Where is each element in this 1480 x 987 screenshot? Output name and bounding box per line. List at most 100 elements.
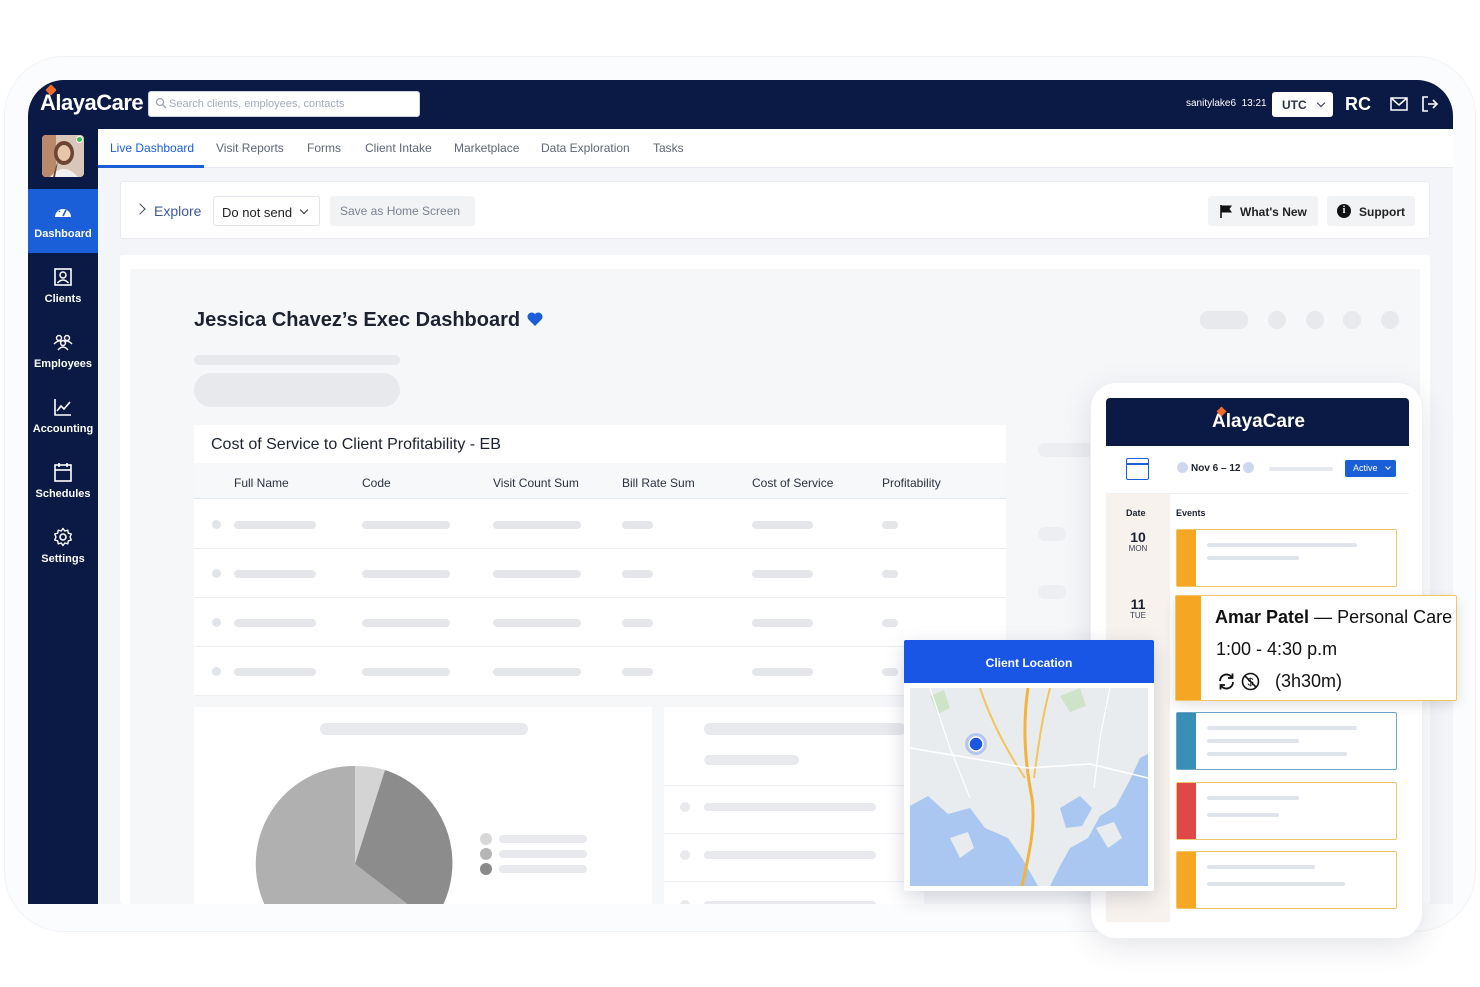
- skeleton-dot: [1268, 311, 1286, 329]
- avatar[interactable]: [42, 135, 84, 177]
- tab-live-dashboard[interactable]: Live Dashboard: [110, 141, 194, 155]
- event-card[interactable]: [1176, 712, 1397, 770]
- skeleton-line: [320, 723, 528, 735]
- skeleton-line: [1207, 739, 1299, 743]
- event-color-stripe: [1176, 596, 1201, 700]
- client-location-map[interactable]: [910, 688, 1148, 886]
- divider: [664, 881, 924, 882]
- sidebar-item-settings[interactable]: Settings: [28, 514, 98, 578]
- skeleton-line: [194, 355, 400, 365]
- chevron-right-icon[interactable]: [1243, 462, 1255, 473]
- date-column-header: Date: [1126, 508, 1146, 518]
- sidebar-item-employees[interactable]: Employees: [28, 319, 98, 383]
- skeleton-cell: [752, 570, 813, 578]
- row-dot: [212, 569, 221, 578]
- logout-icon[interactable]: [1421, 95, 1439, 113]
- send-option-value: Do not send: [222, 205, 293, 220]
- status-filter-dropdown[interactable]: Active: [1345, 460, 1396, 477]
- visit-event-card[interactable]: Amar Patel — Personal Care 1:00 - 4:30 p…: [1175, 595, 1457, 701]
- divider: [664, 833, 924, 834]
- chevron-left-icon[interactable]: [1177, 462, 1188, 473]
- client-name: Amar Patel: [1215, 607, 1310, 627]
- sidebar-item-label: Accounting: [32, 423, 94, 435]
- skeleton-line: [1207, 726, 1357, 730]
- search-icon: [155, 97, 167, 109]
- client-location-card: Client Location: [904, 640, 1154, 891]
- skeleton-cell: [752, 668, 813, 676]
- skeleton-cell: [493, 668, 581, 676]
- sidebar-item-clients[interactable]: Clients: [28, 254, 98, 318]
- event-card[interactable]: [1176, 529, 1397, 587]
- event-card[interactable]: [1176, 851, 1397, 909]
- skeleton-cell: [362, 668, 450, 676]
- calendar-icon[interactable]: [1126, 458, 1149, 480]
- skeleton-cell: [362, 619, 450, 627]
- table-row[interactable]: [194, 647, 1006, 696]
- skeleton-line: [1207, 865, 1315, 869]
- svg-text:$: $: [1247, 677, 1253, 689]
- visit-duration: (3h30m): [1275, 671, 1343, 691]
- column-header[interactable]: Bill Rate Sum: [622, 476, 695, 490]
- mail-icon[interactable]: [1390, 97, 1408, 111]
- skeleton-dot: [680, 802, 690, 812]
- day-number: 10: [1130, 529, 1146, 545]
- flag-icon: [1220, 205, 1232, 218]
- timezone-select[interactable]: UTC: [1272, 92, 1333, 117]
- week-progress-track: [1269, 467, 1333, 471]
- clock-time: 13:21: [1241, 98, 1267, 109]
- column-header[interactable]: Cost of Service: [752, 476, 833, 490]
- skeleton-cell: [882, 570, 898, 578]
- chevron-right-icon[interactable]: [134, 203, 146, 215]
- table-row[interactable]: [194, 500, 1006, 549]
- support-button[interactable]: i Support: [1327, 196, 1415, 226]
- skeleton-line: [1207, 796, 1299, 800]
- save-as-home-button[interactable]: Save as Home Screen: [330, 196, 475, 226]
- search-input[interactable]: [169, 95, 414, 113]
- username: sanitylake6: [1186, 98, 1237, 109]
- page-title: Jessica Chavez’s Exec Dashboard: [194, 309, 521, 331]
- event-card[interactable]: [1176, 782, 1397, 840]
- screenshot-stage: AlayaCare sanitylake6 13:21 UTC RC: [0, 0, 1480, 987]
- column-header[interactable]: Profitability: [882, 476, 941, 490]
- list-card: [664, 707, 924, 904]
- skeleton-filter: [194, 373, 400, 407]
- tab-tasks[interactable]: Tasks: [653, 141, 684, 155]
- skeleton-line: [1038, 585, 1066, 599]
- week-range: Nov 6 – 12: [1191, 463, 1241, 474]
- explore-link[interactable]: Explore: [154, 203, 201, 219]
- table-row[interactable]: [194, 549, 1006, 598]
- sidebar-item-schedules[interactable]: Schedules: [28, 449, 98, 513]
- skeleton-cell: [882, 668, 898, 676]
- heart-icon[interactable]: [526, 310, 544, 328]
- sidebar-item-dashboard[interactable]: Dashboard: [28, 189, 98, 253]
- skeleton-pill: [1200, 311, 1248, 329]
- brand-logo[interactable]: AlayaCare: [40, 84, 144, 116]
- sidebar: Dashboard Clients Employees Accounting S…: [28, 129, 98, 904]
- whats-new-button[interactable]: What's New: [1208, 196, 1318, 226]
- tab-forms[interactable]: Forms: [307, 141, 341, 155]
- column-header[interactable]: Full Name: [234, 476, 289, 490]
- tab-visit-reports[interactable]: Visit Reports: [216, 141, 284, 155]
- timezone-value: UTC: [1282, 98, 1307, 112]
- skeleton-line: [499, 865, 587, 873]
- pie-chart[interactable]: [254, 763, 456, 904]
- calendar-icon: [54, 463, 72, 482]
- column-header[interactable]: Code: [362, 476, 391, 490]
- tab-client-intake[interactable]: Client Intake: [365, 141, 432, 155]
- skeleton-dot: [1306, 311, 1324, 329]
- employees-icon: [53, 334, 73, 351]
- skeleton-line: [704, 803, 876, 811]
- service-type: Personal Care: [1337, 607, 1453, 627]
- day-name: MON: [1128, 544, 1148, 553]
- accounting-icon: [54, 399, 71, 416]
- sidebar-item-accounting[interactable]: Accounting: [28, 384, 98, 448]
- tab-data-exploration[interactable]: Data Exploration: [541, 141, 630, 155]
- table-row[interactable]: [194, 598, 1006, 647]
- tab-bar: Live Dashboard Visit Reports Forms Clien…: [98, 129, 1453, 168]
- send-schedule-dropdown[interactable]: Do not send: [213, 196, 320, 226]
- search-box[interactable]: [148, 91, 420, 117]
- user-initials[interactable]: RC: [1345, 94, 1371, 115]
- column-header[interactable]: Visit Count Sum: [493, 476, 579, 490]
- tab-marketplace[interactable]: Marketplace: [454, 141, 519, 155]
- skeleton-line: [704, 755, 799, 765]
